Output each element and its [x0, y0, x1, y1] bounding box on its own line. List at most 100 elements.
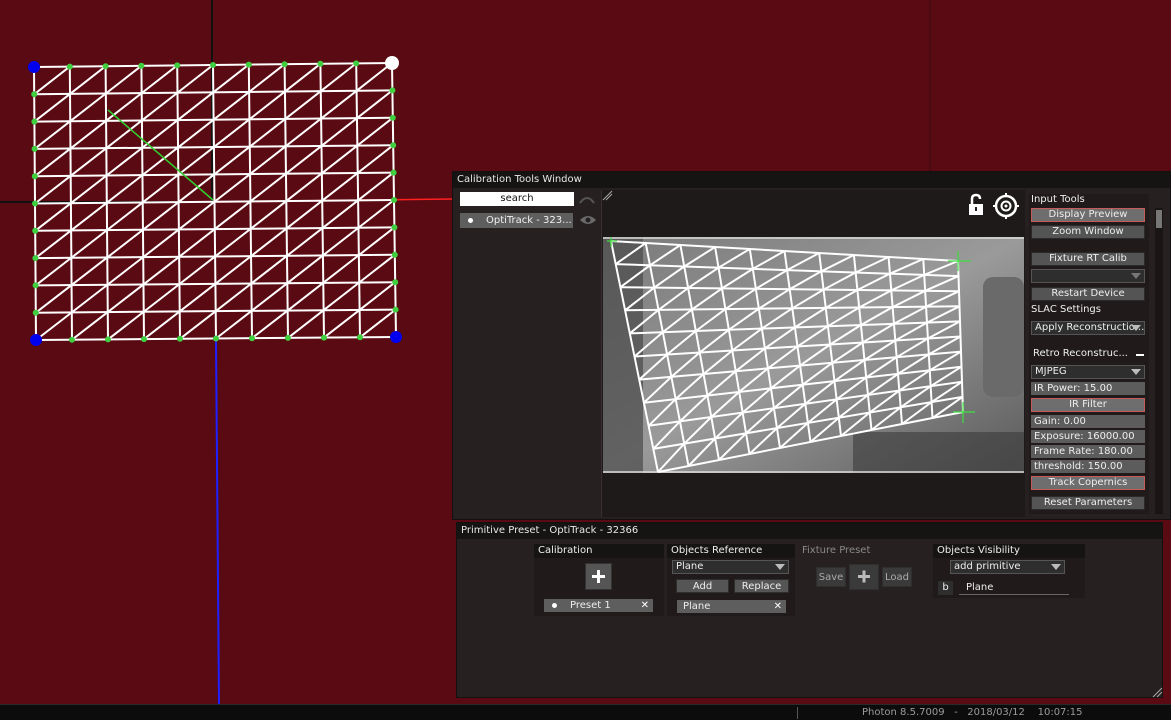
grid-diagonal — [213, 118, 251, 148]
grid-point — [390, 169, 397, 176]
resize-grip-icon[interactable] — [602, 190, 614, 202]
crosshair-icon[interactable] — [993, 193, 1019, 219]
grid-diagonal — [70, 174, 108, 204]
add-primitive-value: add primitive — [954, 561, 1021, 572]
grid-point — [210, 62, 216, 68]
visibility-object-label: Plane — [959, 581, 1069, 595]
grid-diagonal — [71, 283, 109, 314]
grid-diagonal — [249, 118, 286, 148]
grid-diagonal — [358, 254, 396, 284]
input-tools-scrollbar[interactable] — [1155, 208, 1163, 514]
ir-power-field[interactable]: IR Power: 15.00 — [1031, 382, 1145, 395]
grid-diagonal — [285, 145, 323, 175]
remove-preset-icon[interactable]: ✕ — [641, 599, 649, 612]
grid-point — [317, 60, 324, 67]
add-calibration-button[interactable] — [585, 563, 612, 590]
grid-diagonal — [141, 146, 179, 176]
grid-diagonal — [359, 281, 396, 311]
primitive-preset-window[interactable]: Primitive Preset - OptiTrack - 32366 Cal… — [456, 522, 1163, 698]
ir-filter-button[interactable]: IR Filter — [1031, 398, 1145, 412]
grid-point — [389, 114, 396, 121]
grid-point — [177, 335, 183, 342]
grid-point — [31, 118, 38, 125]
corner-handle — [30, 334, 42, 346]
codec-select[interactable]: MJPEG — [1031, 365, 1145, 379]
add-reference-button[interactable]: Add — [676, 579, 729, 593]
calibration-section: Preset 1 ✕ — [534, 558, 664, 616]
search-clear-icon[interactable] — [577, 191, 597, 207]
objects-visibility-section-title: Objects Visibility — [933, 544, 1085, 558]
camera-preview-panel[interactable] — [601, 190, 1025, 517]
preset-chip[interactable]: Preset 1 ✕ — [544, 599, 653, 612]
fixture-preset-section: Save Load — [798, 558, 928, 616]
scrollbar-thumb[interactable] — [1156, 210, 1162, 228]
threshold-field[interactable]: threshold: 150.00 — [1031, 460, 1145, 473]
remove-reference-icon[interactable]: ✕ — [774, 600, 782, 613]
add-primitive-select[interactable]: add primitive — [950, 560, 1065, 574]
grid-diagonal — [214, 227, 252, 258]
grid-diagonal — [107, 283, 145, 313]
grid-diagonal — [177, 91, 214, 121]
grid-diagonal — [251, 309, 289, 339]
grid-diagonal — [287, 282, 324, 312]
grid-diagonal — [70, 147, 107, 177]
grid-diagonal — [105, 147, 143, 177]
calibration-tools-window[interactable]: Calibration Tools Window search OptiTrac… — [452, 171, 1171, 520]
grid-point — [69, 336, 75, 343]
load-fixture-button[interactable]: Load — [882, 567, 912, 587]
grid-diagonal — [323, 309, 361, 339]
zoom-window-button[interactable]: Zoom Window — [1031, 225, 1145, 239]
grid-diagonal — [69, 92, 107, 123]
input-tools-panel[interactable]: Input Tools Display Preview Zoom Window … — [1029, 194, 1149, 514]
device-list-item[interactable]: OptiTrack - 323... — [460, 213, 573, 228]
save-fixture-button[interactable]: Save — [816, 567, 846, 587]
grid-diagonal — [34, 202, 72, 232]
visibility-badge[interactable]: b — [938, 581, 953, 595]
grid-diagonal — [142, 228, 180, 258]
camera-feed-image[interactable] — [603, 237, 1024, 473]
camera-feed-canvas[interactable] — [603, 237, 1024, 473]
grid-diagonal — [251, 282, 288, 312]
input-tools-title: Input Tools — [1031, 194, 1085, 205]
grid-diagonal — [286, 199, 323, 230]
exposure-field[interactable]: Exposure: 16000.00 — [1031, 430, 1145, 443]
camera-object-right — [983, 277, 1024, 397]
unlock-icon[interactable] — [966, 193, 988, 217]
apply-reconstruction-select[interactable]: Apply Reconstructio... — [1031, 321, 1145, 335]
reference-object-select[interactable]: Plane — [672, 560, 789, 574]
device-search-input[interactable]: search — [460, 192, 574, 206]
grid-diagonal — [176, 64, 214, 94]
reference-chip[interactable]: Plane ✕ — [677, 600, 786, 613]
grid-diagonal — [215, 310, 253, 340]
grid-diagonal — [286, 254, 324, 284]
preset-label: Preset 1 — [570, 600, 611, 611]
frame-rate-field[interactable]: Frame Rate: 180.00 — [1031, 445, 1145, 458]
grid-diagonal — [356, 117, 394, 147]
grid-point — [392, 279, 399, 286]
grid-diagonal — [141, 91, 179, 122]
add-fixture-button[interactable] — [849, 564, 879, 590]
chevron-down-icon — [775, 564, 785, 570]
grid-point — [249, 335, 255, 342]
grid-diagonal — [107, 310, 145, 341]
resize-grip-icon[interactable] — [1152, 687, 1163, 698]
grid-diagonal — [356, 89, 394, 119]
display-preview-button[interactable]: Display Preview — [1031, 208, 1145, 222]
restart-device-button[interactable]: Restart Device — [1031, 287, 1145, 301]
collapse-icon[interactable] — [1136, 354, 1144, 356]
track-copernics-button[interactable]: Track Copernics — [1031, 476, 1145, 490]
fixture-select[interactable] — [1031, 269, 1145, 283]
replace-reference-button[interactable]: Replace — [734, 579, 789, 593]
grid-point — [281, 61, 288, 68]
fixture-rt-calib-button[interactable]: Fixture RT Calib — [1031, 252, 1145, 266]
eye-icon[interactable] — [579, 214, 597, 226]
grid-diagonal — [33, 93, 71, 123]
axis-z-line — [215, 339, 220, 704]
grid-diagonal — [69, 120, 107, 150]
grid-diagonal — [71, 311, 109, 341]
objects-reference-section: Plane Add Replace Plane ✕ — [667, 558, 795, 616]
grid-diagonal — [179, 283, 217, 313]
calibration-window-title: Calibration Tools Window — [453, 172, 1170, 188]
gain-field[interactable]: Gain: 0.00 — [1031, 415, 1145, 428]
reset-parameters-button[interactable]: Reset Parameters — [1031, 496, 1145, 510]
